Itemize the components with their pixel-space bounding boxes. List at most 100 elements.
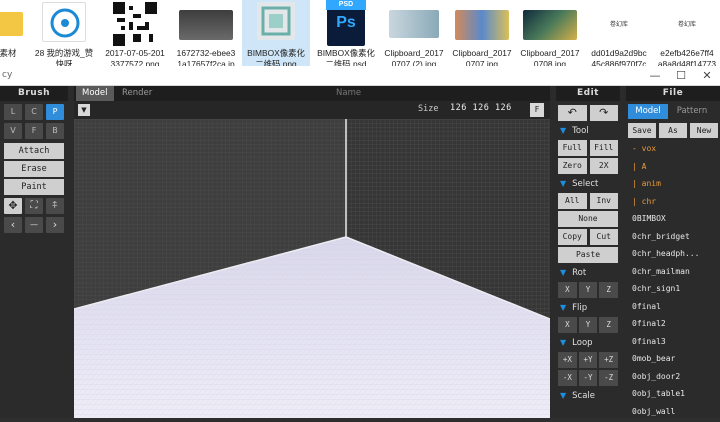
pin-icon[interactable]: ⍏ bbox=[46, 198, 64, 214]
loop-section[interactable]: ▼ Loop bbox=[556, 336, 620, 350]
explorer-file[interactable]: PSD Ps BIMBOX像素化 二维码.psd bbox=[312, 0, 380, 66]
file-list-item[interactable]: 0BIMBOX bbox=[626, 210, 720, 228]
text-thumbnail: 卷幻库 bbox=[667, 10, 707, 40]
invert-selection-button[interactable]: Inv bbox=[589, 193, 618, 209]
erase-button[interactable]: Erase bbox=[4, 161, 64, 177]
flip-y-button[interactable]: Y bbox=[578, 317, 598, 333]
copy-button[interactable]: Copy bbox=[558, 229, 587, 245]
flip-z-button[interactable]: Z bbox=[599, 317, 619, 333]
minimize-button[interactable]: — bbox=[642, 68, 668, 84]
image-thumbnail bbox=[389, 10, 439, 38]
explorer-file[interactable]: Clipboard_2017 0708.jpg bbox=[516, 0, 584, 66]
select-box-icon[interactable]: ⛶ bbox=[25, 198, 43, 214]
folder-list-item[interactable]: | chr bbox=[626, 193, 720, 211]
explorer-file[interactable]: 28 我的游戏_赞 快呀 bbox=[32, 0, 96, 66]
select-all-button[interactable]: All bbox=[558, 193, 587, 209]
scale-section-label: Scale bbox=[572, 391, 596, 401]
file-caption: Clipboard_2017 0708.jpg bbox=[520, 48, 580, 66]
loop-plus-x-button[interactable]: +X bbox=[558, 352, 577, 368]
folder-list-item[interactable]: - vox bbox=[626, 140, 720, 158]
file-list-item[interactable]: 0chr_mailman bbox=[626, 263, 720, 281]
file-list-item[interactable]: 0obj_wall bbox=[626, 403, 720, 421]
paste-button[interactable]: Paste bbox=[558, 247, 618, 263]
loop-plus-z-button[interactable]: +Z bbox=[599, 352, 619, 368]
double-button[interactable]: 2X bbox=[589, 158, 618, 174]
save-button[interactable]: Save bbox=[628, 123, 656, 138]
explorer-file[interactable]: Clipboard_2017 0707 (2).jpg bbox=[380, 0, 448, 66]
brush-mode-line[interactable]: L bbox=[4, 104, 22, 120]
collapse-arrow-icon: ▼ bbox=[560, 391, 567, 400]
explorer-file[interactable]: 2017-07-05-201 3377572.png bbox=[100, 0, 170, 66]
new-button[interactable]: New bbox=[690, 123, 718, 138]
flip-x-button[interactable]: X bbox=[558, 317, 577, 333]
brush-mode-pattern[interactable]: P bbox=[46, 104, 64, 120]
close-button[interactable]: ✕ bbox=[694, 68, 720, 84]
rot-x-button[interactable]: X bbox=[558, 282, 577, 298]
redo-icon[interactable]: ↷ bbox=[589, 105, 618, 121]
rot-y-button[interactable]: Y bbox=[578, 282, 598, 298]
rot-section[interactable]: ▼ Rot bbox=[556, 266, 620, 280]
file-list-item[interactable]: 0final bbox=[626, 298, 720, 316]
text-thumbnail: 卷幻库 bbox=[599, 10, 639, 40]
tool-section[interactable]: ▼ Tool bbox=[556, 124, 620, 138]
file-list-item[interactable]: 0chr_sign1 bbox=[626, 280, 720, 298]
fill-button[interactable]: Fill bbox=[589, 140, 618, 156]
attach-button[interactable]: Attach bbox=[4, 143, 64, 159]
explorer-file[interactable]: 素材 bbox=[0, 0, 30, 66]
move-icon[interactable]: ✥ bbox=[4, 198, 22, 214]
file-list-item[interactable]: 0chr_headph... bbox=[626, 245, 720, 263]
undo-icon[interactable]: ↶ bbox=[558, 105, 587, 121]
fit-button[interactable]: F bbox=[530, 103, 544, 117]
explorer-file[interactable]: 卷幻库 e2efb426e7ff4 a8a8d48f14773 bbox=[654, 0, 720, 66]
explorer-file[interactable]: 卷幻库 dd01d9a2d9bc 45c886f970f7c bbox=[586, 0, 652, 66]
select-section[interactable]: ▼ Select bbox=[556, 177, 620, 191]
loop-plus-y-button[interactable]: +Y bbox=[578, 352, 598, 368]
explorer-file[interactable]: 1672732-ebee3 1a17657f2ca.jp bbox=[172, 0, 240, 66]
brush-mode-center[interactable]: C bbox=[25, 104, 43, 120]
chevron-left-icon[interactable]: ‹ bbox=[4, 217, 22, 233]
loop-minus-x-button[interactable]: -X bbox=[558, 370, 577, 386]
brush-mode-voxel[interactable]: V bbox=[4, 123, 22, 139]
tab-model[interactable]: Model bbox=[76, 86, 114, 101]
loop-minus-z-button[interactable]: -Z bbox=[599, 370, 619, 386]
brush-mode-face[interactable]: F bbox=[25, 123, 43, 139]
maximize-button[interactable]: ☐ bbox=[668, 68, 694, 84]
full-button[interactable]: Full bbox=[558, 140, 587, 156]
file-explorer-strip: 素材 28 我的游戏_赞 快呀 2017-07-05-201 3377572.p… bbox=[0, 0, 720, 66]
file-caption: 28 我的游戏_赞 快呀 bbox=[34, 48, 94, 66]
file-list-item[interactable]: 0chr_bridget bbox=[626, 228, 720, 246]
save-as-button[interactable]: As bbox=[659, 123, 687, 138]
tab-model-files[interactable]: Model bbox=[628, 104, 668, 119]
minus-icon[interactable]: — bbox=[25, 217, 43, 233]
explorer-file-selected[interactable]: BIMBOX像素化 二维码.png bbox=[242, 0, 310, 66]
file-list-item[interactable]: 0mob_bear bbox=[626, 350, 720, 368]
file-list-item[interactable]: 0obj_door2 bbox=[626, 368, 720, 386]
file-list-item[interactable]: 0final2 bbox=[626, 315, 720, 333]
scale-section[interactable]: ▼ Scale bbox=[556, 389, 620, 403]
size-value-field[interactable]: 126 126 126 bbox=[450, 103, 512, 113]
folder-list-item[interactable]: | A bbox=[626, 158, 720, 176]
brush-mode-box[interactable]: B bbox=[46, 123, 64, 139]
brush-panel: Brush L C P V F B Attach Erase Paint ✥ ⛶… bbox=[0, 86, 68, 418]
flip-section[interactable]: ▼ Flip bbox=[556, 301, 620, 315]
viewport[interactable]: Model Render Name ▼ Size 126 126 126 F bbox=[73, 86, 551, 418]
file-caption: 1672732-ebee3 1a17657f2ca.jp bbox=[176, 48, 236, 66]
tab-render[interactable]: Render bbox=[116, 86, 158, 101]
tab-pattern-files[interactable]: Pattern bbox=[668, 104, 716, 119]
chevron-right-icon[interactable]: › bbox=[46, 217, 64, 233]
folder-list-item[interactable]: | anim bbox=[626, 175, 720, 193]
file-list-item[interactable]: 0final3 bbox=[626, 333, 720, 351]
select-none-button[interactable]: None bbox=[558, 211, 618, 227]
explorer-file[interactable]: Clipboard_2017 0707.jpg bbox=[448, 0, 516, 66]
photoshop-icon: PSD Ps bbox=[326, 0, 366, 46]
zero-button[interactable]: Zero bbox=[558, 158, 587, 174]
file-panel: File Model Pattern Save As New - vox | A |… bbox=[626, 86, 720, 418]
rot-z-button[interactable]: Z bbox=[599, 282, 619, 298]
voxel-scene[interactable] bbox=[73, 119, 551, 418]
collapse-arrow-icon: ▼ bbox=[560, 268, 567, 277]
cut-button[interactable]: Cut bbox=[589, 229, 618, 245]
viewport-menu-icon[interactable]: ▼ bbox=[78, 104, 90, 116]
file-list-item[interactable]: 0obj_table1 bbox=[626, 385, 720, 403]
loop-minus-y-button[interactable]: -Y bbox=[578, 370, 598, 386]
paint-button[interactable]: Paint bbox=[4, 179, 64, 195]
